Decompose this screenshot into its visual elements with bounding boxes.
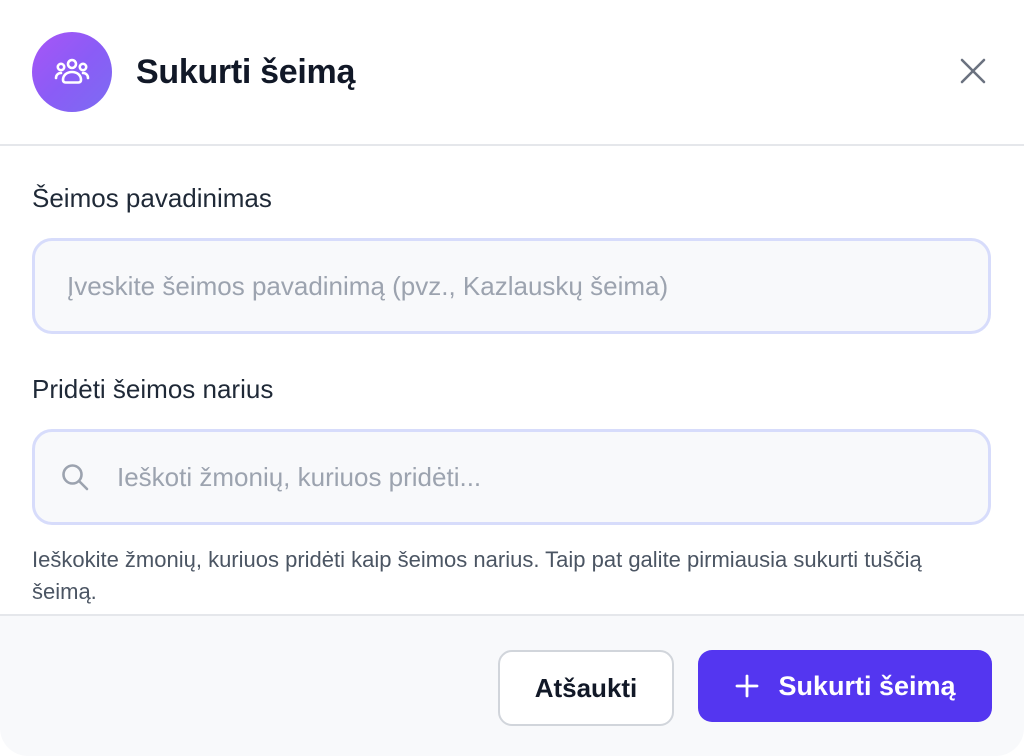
dialog-header: Sukurti šeimą xyxy=(0,0,1024,146)
close-icon xyxy=(960,58,986,84)
members-search-input[interactable] xyxy=(117,461,988,493)
family-name-label: Šeimos pavadinimas xyxy=(32,183,272,213)
members-search-field-wrapper xyxy=(32,429,991,525)
close-button[interactable] xyxy=(958,56,988,86)
create-family-button-label: Sukurti šeimą xyxy=(778,670,956,701)
family-name-field-wrapper xyxy=(32,238,991,334)
dialog-footer: Atšaukti Sukurti šeimą xyxy=(0,614,1024,756)
plus-icon xyxy=(734,673,760,699)
cancel-button[interactable]: Atšaukti xyxy=(498,650,674,726)
members-label: Pridėti šeimos narius xyxy=(32,374,274,404)
family-group-icon xyxy=(32,32,112,112)
search-icon xyxy=(59,461,91,493)
dialog-title: Sukurti šeimą xyxy=(136,52,356,91)
create-family-dialog: Sukurti šeimą Šeimos pavadinimas Pridėti… xyxy=(0,0,1024,756)
cancel-button-label: Atšaukti xyxy=(534,672,638,703)
family-name-input[interactable] xyxy=(67,270,988,302)
dialog-body: Šeimos pavadinimas Pridėti šeimos narius… xyxy=(0,146,1024,608)
members-hint-text: Ieškokite žmonių, kuriuos pridėti kaip š… xyxy=(32,547,922,604)
create-family-button[interactable]: Sukurti šeimą xyxy=(698,650,992,722)
